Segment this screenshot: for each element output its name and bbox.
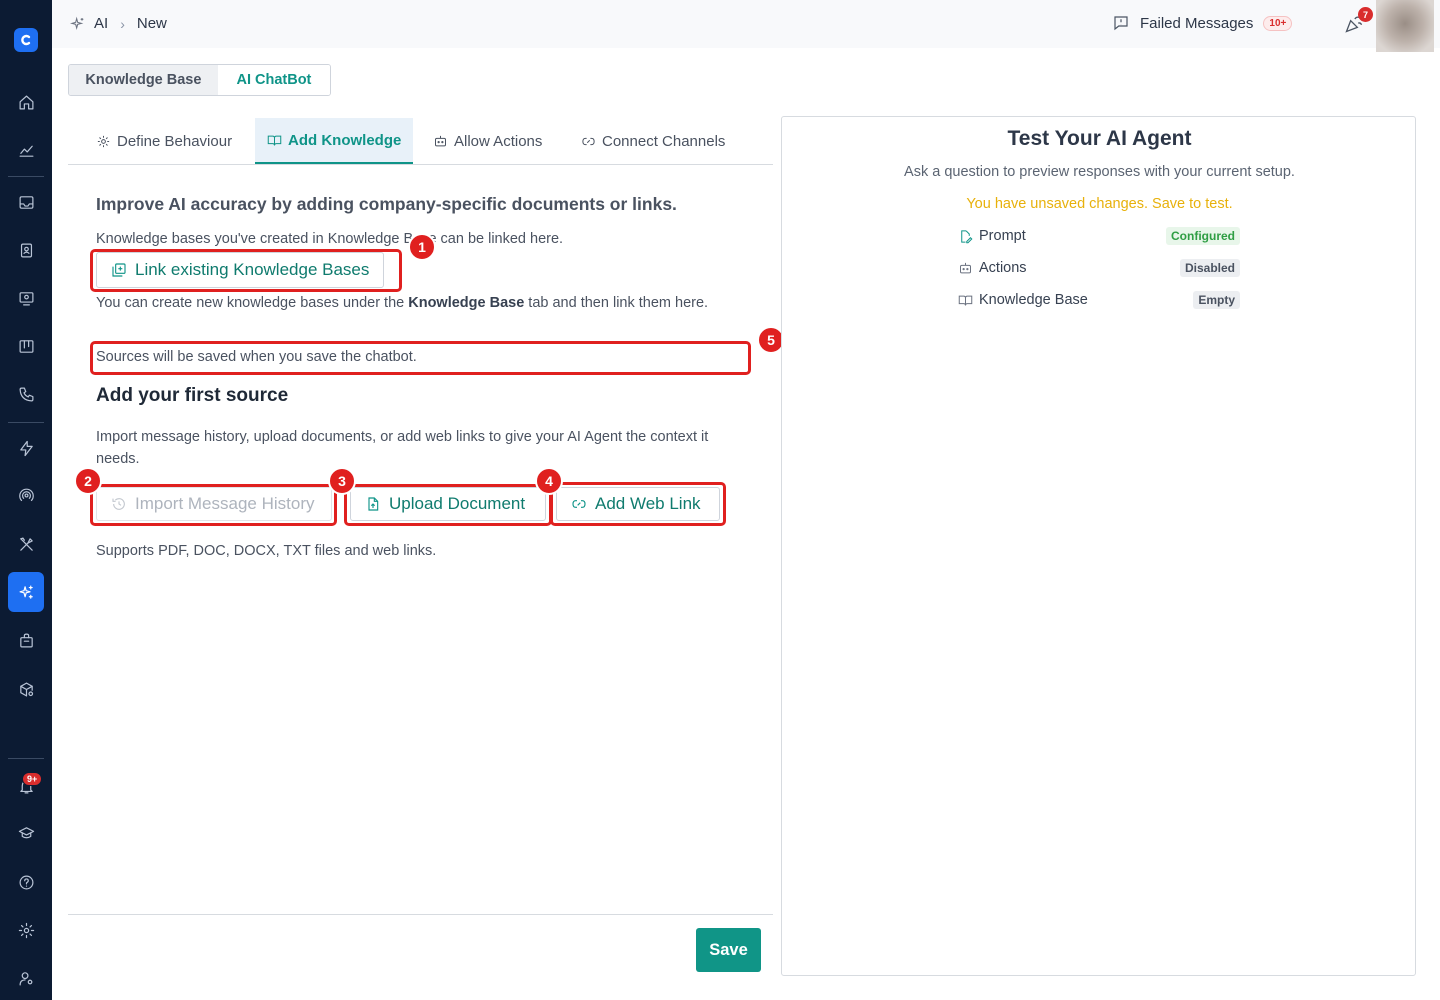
import-description: Import message history, upload documents… bbox=[96, 429, 709, 467]
failed-messages-label: Failed Messages bbox=[1140, 14, 1254, 32]
notification-badge: 9+ bbox=[22, 772, 43, 786]
tab-add-knowledge-label: Add Knowledge bbox=[288, 131, 402, 149]
tab-connect-channels[interactable]: Connect Channels bbox=[581, 118, 725, 164]
status-badge: Configured bbox=[1166, 227, 1240, 245]
annotation-box bbox=[550, 482, 726, 526]
inbox-icon[interactable] bbox=[8, 184, 44, 220]
breadcrumb: AI › New bbox=[70, 15, 167, 32]
intro-text: Improve AI accuracy by adding company-sp… bbox=[96, 194, 677, 214]
robot-icon bbox=[960, 262, 971, 273]
tab-define-behaviour-label: Define Behaviour bbox=[117, 132, 233, 150]
gear-icon[interactable] bbox=[8, 912, 44, 948]
robot-icon bbox=[435, 135, 446, 146]
package-settings-icon[interactable] bbox=[8, 671, 44, 707]
link-icon bbox=[582, 137, 595, 145]
analytics-icon[interactable] bbox=[8, 132, 44, 168]
sidebar-divider bbox=[8, 176, 44, 177]
monitor-icon[interactable] bbox=[8, 280, 44, 316]
user-settings-icon[interactable] bbox=[8, 960, 44, 996]
supports-note: Supports PDF, DOC, DOCX, TXT files and w… bbox=[96, 543, 437, 559]
tab-allow-actions-label: Allow Actions bbox=[454, 132, 543, 150]
create-note-start: You can create new knowledge bases under… bbox=[96, 295, 409, 311]
status-label: Prompt bbox=[979, 228, 1026, 244]
board-icon[interactable] bbox=[8, 328, 44, 364]
annotation-box bbox=[90, 341, 751, 375]
book-open-icon bbox=[958, 295, 973, 306]
failed-messages-count: 10+ bbox=[1263, 15, 1293, 31]
unsaved-warning: You have unsaved changes. Save to test. bbox=[966, 196, 1233, 212]
gear-icon bbox=[97, 135, 110, 147]
create-note-bold: Knowledge Base bbox=[408, 295, 525, 311]
sidebar-divider bbox=[8, 422, 44, 423]
test-agent-panel: Test Your AI Agent Ask a question to pre… bbox=[781, 116, 1416, 976]
tab-allow-actions[interactable]: Allow Actions bbox=[433, 118, 542, 164]
annotation-box bbox=[90, 484, 337, 526]
top-tabs: Knowledge Base AI ChatBot bbox=[68, 64, 331, 96]
create-kb-note: You can create new knowledge bases under… bbox=[96, 292, 746, 314]
failed-messages-button[interactable]: Failed Messages 10+ bbox=[1112, 14, 1293, 32]
contacts-icon[interactable] bbox=[8, 232, 44, 268]
create-note-end: tab and then link them here. bbox=[524, 295, 709, 311]
automation-icon[interactable] bbox=[8, 430, 44, 466]
tab-ai-chatbot[interactable]: AI ChatBot bbox=[217, 65, 330, 95]
tab-connect-channels-label: Connect Channels bbox=[602, 132, 726, 150]
phone-icon[interactable] bbox=[8, 376, 44, 412]
breadcrumb-ai[interactable]: AI bbox=[94, 15, 108, 32]
home-icon[interactable] bbox=[8, 84, 44, 120]
status-label: Knowledge Base bbox=[979, 292, 1088, 308]
annotation-box bbox=[90, 249, 402, 292]
file-edit-icon bbox=[961, 229, 973, 243]
tab-define-behaviour[interactable]: Define Behaviour bbox=[96, 118, 232, 164]
save-button[interactable]: Save bbox=[696, 928, 761, 972]
status-row-actions: Actions Disabled bbox=[958, 257, 1240, 279]
top-bar: AI › New Failed Messages 10+ 7 bbox=[52, 0, 1440, 52]
avatar[interactable] bbox=[1376, 0, 1434, 52]
kb-note: Knowledge bases you've created in Knowle… bbox=[96, 231, 564, 247]
chevron-right-icon: › bbox=[120, 15, 125, 32]
app-logo[interactable] bbox=[14, 28, 38, 52]
annotation-marker-3: 3 bbox=[328, 467, 356, 495]
footer-divider bbox=[68, 914, 773, 915]
sidebar: 9+ bbox=[0, 0, 52, 1000]
annotation-box bbox=[344, 484, 552, 526]
book-open-icon bbox=[267, 135, 282, 146]
ai-sparkle-icon[interactable] bbox=[8, 572, 44, 612]
status-badge: Disabled bbox=[1179, 259, 1240, 277]
graduation-icon[interactable] bbox=[8, 815, 44, 851]
panel-title: Test Your AI Agent bbox=[1007, 127, 1192, 150]
panel-subtitle: Ask a question to preview responses with… bbox=[904, 164, 1295, 180]
first-source-heading: Add your first source bbox=[96, 385, 289, 406]
sub-tabs: Define Behaviour Add Knowledge Allow Act… bbox=[68, 118, 773, 165]
logo-icon bbox=[21, 34, 31, 46]
ai-sparkle-icon bbox=[70, 16, 84, 30]
tab-knowledge-base[interactable]: Knowledge Base bbox=[69, 65, 218, 95]
status-row-knowledge-base: Knowledge Base Empty bbox=[958, 289, 1240, 311]
broadcast-icon[interactable] bbox=[8, 477, 44, 513]
annotation-marker-2: 2 bbox=[74, 467, 102, 495]
breadcrumb-current: New bbox=[136, 15, 167, 32]
message-alert-icon bbox=[1114, 16, 1128, 31]
tools-icon[interactable] bbox=[8, 526, 44, 562]
status-row-prompt: Prompt Configured bbox=[958, 225, 1240, 247]
sidebar-divider bbox=[8, 758, 44, 759]
annotation-marker-1: 1 bbox=[408, 233, 436, 261]
tab-add-knowledge[interactable]: Add Knowledge bbox=[255, 118, 414, 164]
bag-icon[interactable] bbox=[8, 622, 44, 658]
help-icon[interactable] bbox=[8, 864, 44, 900]
status-badge: Empty bbox=[1193, 291, 1240, 309]
announcements-count: 7 bbox=[1358, 7, 1373, 22]
annotation-marker-4: 4 bbox=[535, 467, 563, 495]
status-label: Actions bbox=[979, 260, 1027, 276]
